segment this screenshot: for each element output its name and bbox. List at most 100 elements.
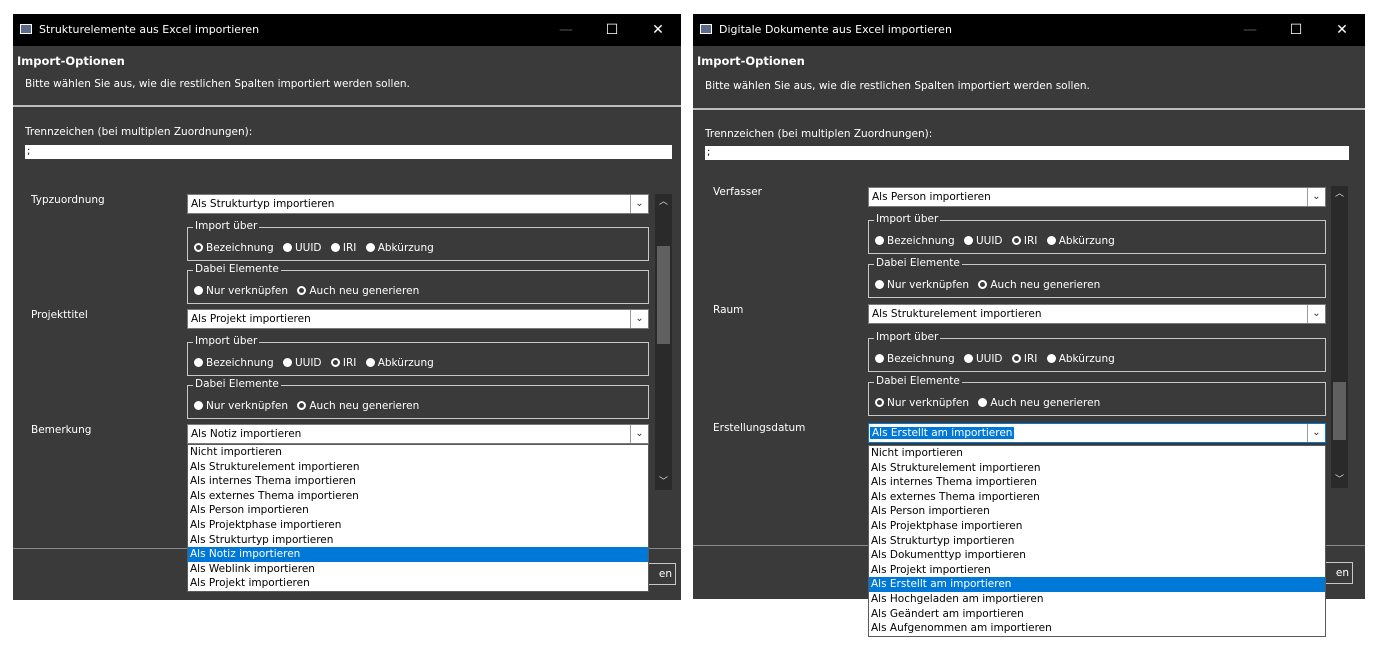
dropdown-option[interactable]: Als Strukturtyp importieren (869, 534, 1325, 549)
header-subtitle: Bitte wählen Sie aus, wie die restlichen… (25, 78, 410, 90)
dropdown-option[interactable]: Nicht importieren (869, 446, 1325, 461)
group-legend: Dabei Elemente (874, 257, 962, 269)
radio-uuid[interactable]: UUID (282, 242, 322, 254)
dropdown-option[interactable]: Als Erstellt am importieren (869, 577, 1325, 592)
radio-iri[interactable]: IRI (330, 357, 356, 369)
dropdown-option[interactable]: Als Projektphase importieren (188, 518, 648, 533)
group-import-ueber: Import über Bezeichnung UUID IRI Abkürzu… (868, 213, 1326, 254)
radio-abkuerzung[interactable]: Abkürzung (1046, 353, 1115, 365)
radio-uuid[interactable]: UUID (963, 235, 1003, 247)
combo-verfasser[interactable]: Als Person importieren ⌄ (868, 187, 1326, 207)
radio-auch-neu-generieren[interactable]: Auch neu generieren (978, 397, 1100, 409)
radio-bezeichnung[interactable]: Bezeichnung (875, 235, 955, 247)
chevron-down-icon[interactable]: ⌄ (630, 195, 648, 213)
combo-typzuordnung[interactable]: Als Strukturtyp importieren ⌄ (187, 194, 649, 214)
dropdown-option[interactable]: Als externes Thema importieren (188, 489, 648, 504)
app-icon (20, 24, 32, 34)
header-separator (13, 105, 681, 107)
dropdown-option[interactable]: Als Geändert am importieren (869, 607, 1325, 622)
group-dabei-elemente: Dabei Elemente Nur verknüpfen Auch neu g… (868, 257, 1326, 298)
group-legend: Dabei Elemente (193, 263, 281, 275)
minimize-icon[interactable]: — (543, 14, 589, 46)
window-title: Strukturelemente aus Excel importieren (39, 23, 260, 36)
maximize-icon[interactable]: ☐ (1273, 14, 1319, 46)
minimize-icon[interactable]: — (1227, 14, 1273, 46)
dropdown-option[interactable]: Als Aufgenommen am importieren (869, 621, 1325, 636)
scroll-thumb[interactable] (657, 246, 670, 344)
dropdown-option[interactable]: Als Strukturelement importieren (869, 461, 1325, 476)
vertical-scrollbar[interactable]: ︿ ﹀ (655, 194, 672, 490)
radio-abkuerzung[interactable]: Abkürzung (365, 242, 434, 254)
dropdown-option[interactable]: Als internes Thema importieren (869, 475, 1325, 490)
chevron-down-icon[interactable]: ⌄ (1307, 188, 1325, 206)
chevron-down-icon[interactable]: ⌄ (630, 310, 648, 328)
dropdown-option[interactable]: Als Strukturtyp importieren (188, 533, 648, 548)
group-legend: Dabei Elemente (193, 378, 281, 390)
dropdown-option[interactable]: Als externes Thema importieren (869, 490, 1325, 505)
radio-iri[interactable]: IRI (330, 242, 356, 254)
scroll-up-icon[interactable]: ︿ (1331, 186, 1348, 202)
scroll-up-icon[interactable]: ︿ (655, 194, 672, 210)
dropdown-option[interactable]: Als Notiz importieren (188, 547, 648, 562)
combo-dropdown-list[interactable]: Nicht importieren Als Strukturelement imp… (868, 445, 1326, 637)
dropdown-option[interactable]: Nicht importieren (188, 445, 648, 460)
combo-bemerkung[interactable]: Als Notiz importieren ⌄ (187, 424, 649, 444)
app-icon (700, 24, 712, 34)
dropdown-option[interactable]: Als Projekt importieren (188, 576, 648, 591)
maximize-icon[interactable]: ☐ (589, 14, 635, 46)
vertical-scrollbar[interactable]: ︿ ﹀ (1331, 186, 1348, 488)
combo-raum[interactable]: Als Strukturelement importieren ⌄ (868, 304, 1326, 324)
radio-nur-verknuepfen[interactable]: Nur verknüpfen (875, 397, 969, 409)
radio-uuid[interactable]: UUID (963, 353, 1003, 365)
group-dabei-elemente: Dabei Elemente Nur verknüpfen Auch neu g… (187, 263, 649, 304)
close-icon[interactable]: ✕ (635, 14, 681, 46)
radio-bezeichnung[interactable]: Bezeichnung (875, 353, 955, 365)
radio-nur-verknuepfen[interactable]: Nur verknüpfen (194, 400, 288, 412)
chevron-down-icon[interactable]: ⌄ (1307, 305, 1325, 323)
combo-projekttitel[interactable]: Als Projekt importieren ⌄ (187, 309, 649, 329)
group-legend: Dabei Elemente (874, 375, 962, 387)
radio-nur-verknuepfen[interactable]: Nur verknüpfen (875, 279, 969, 291)
radio-auch-neu-generieren[interactable]: Auch neu generieren (978, 279, 1100, 291)
group-legend: Import über (874, 213, 941, 225)
header-title: Import-Optionen (17, 54, 125, 68)
row-label-raum: Raum (713, 304, 744, 316)
dropdown-option[interactable]: Als Hochgeladen am importieren (869, 592, 1325, 607)
dropdown-option[interactable]: Als internes Thema importieren (188, 474, 648, 489)
header-title: Import-Optionen (697, 54, 805, 68)
radio-auch-neu-generieren[interactable]: Auch neu generieren (297, 400, 419, 412)
title-bar: Digitale Dokumente aus Excel importieren… (693, 14, 1365, 46)
radio-nur-verknuepfen[interactable]: Nur verknüpfen (194, 285, 288, 297)
dropdown-option[interactable]: Als Strukturelement importieren (188, 460, 648, 475)
separator-input[interactable]: ; (705, 146, 1349, 160)
combo-value: Als Strukturelement importieren (872, 308, 1042, 320)
dropdown-option[interactable]: Als Projekt importieren (869, 563, 1325, 578)
separator-label: Trennzeichen (bei multiplen Zuordnungen)… (25, 126, 253, 138)
close-icon[interactable]: ✕ (1319, 14, 1365, 46)
separator-input[interactable]: ; (25, 145, 672, 159)
header-subtitle: Bitte wählen Sie aus, wie die restlichen… (705, 80, 1090, 92)
dropdown-option[interactable]: Als Person importieren (869, 504, 1325, 519)
dropdown-option[interactable]: Als Person importieren (188, 503, 648, 518)
radio-abkuerzung[interactable]: Abkürzung (365, 357, 434, 369)
scroll-thumb[interactable] (1333, 382, 1346, 440)
combo-value: Als Projekt importieren (191, 313, 311, 325)
radio-uuid[interactable]: UUID (282, 357, 322, 369)
radio-iri[interactable]: IRI (1011, 235, 1037, 247)
combo-erstellungsdatum[interactable]: Als Erstellt am importieren ⌄ (868, 423, 1326, 443)
row-label-typzuordnung: Typzuordnung (31, 194, 105, 206)
dropdown-option[interactable]: Als Weblink importieren (188, 562, 648, 577)
chevron-down-icon[interactable]: ⌄ (630, 425, 648, 443)
radio-iri[interactable]: IRI (1011, 353, 1037, 365)
dropdown-option[interactable]: Als Dokumenttyp importieren (869, 548, 1325, 563)
dropdown-option[interactable]: Als Projektphase importieren (869, 519, 1325, 534)
group-import-ueber: Import über Bezeichnung UUID IRI Abkürzu… (187, 220, 649, 261)
radio-bezeichnung[interactable]: Bezeichnung (194, 242, 274, 254)
radio-auch-neu-generieren[interactable]: Auch neu generieren (297, 285, 419, 297)
scroll-down-icon[interactable]: ﹀ (655, 474, 672, 490)
combo-dropdown-list[interactable]: Nicht importieren Als Strukturelement imp… (187, 444, 649, 592)
scroll-down-icon[interactable]: ﹀ (1331, 472, 1348, 488)
radio-bezeichnung[interactable]: Bezeichnung (194, 357, 274, 369)
radio-abkuerzung[interactable]: Abkürzung (1046, 235, 1115, 247)
chevron-down-icon[interactable]: ⌄ (1307, 424, 1325, 442)
